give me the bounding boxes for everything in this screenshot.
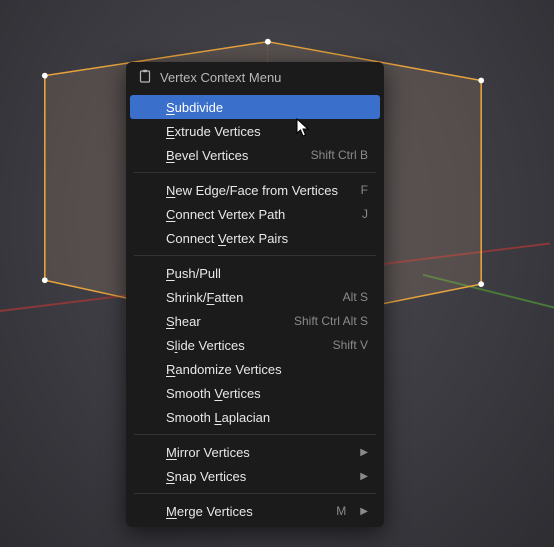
chevron-right-icon: ▶ — [360, 471, 368, 482]
menu-item-label: New Edge/Face from Vertices — [166, 183, 338, 198]
menu-shortcut: Shift Ctrl B — [311, 148, 368, 162]
menu-item-label: Snap Vertices — [166, 469, 246, 484]
menu-item-extrude-vertices[interactable]: Extrude Vertices — [126, 119, 384, 143]
menu-item-new-edge-face[interactable]: New Edge/Face from Vertices F — [126, 178, 384, 202]
menu-item-label: Smooth Vertices — [166, 386, 261, 401]
menu-item-label: Mirror Vertices — [166, 445, 250, 460]
menu-item-snap-vertices[interactable]: Snap Vertices ▶ — [126, 464, 384, 488]
menu-item-mirror-vertices[interactable]: Mirror Vertices ▶ — [126, 440, 384, 464]
menu-item-smooth-vertices[interactable]: Smooth Vertices — [126, 381, 384, 405]
menu-item-randomize-vertices[interactable]: Randomize Vertices — [126, 357, 384, 381]
menu-item-connect-vertex-path[interactable]: Connect Vertex Path J — [126, 202, 384, 226]
menu-shortcut: M — [336, 504, 346, 518]
axis-y-line — [423, 274, 554, 324]
menu-item-push-pull[interactable]: Push/Pull — [126, 261, 384, 285]
menu-item-label: Slide Vertices — [166, 338, 245, 353]
menu-item-label: Connect Vertex Path — [166, 207, 285, 222]
clipboard-icon — [138, 69, 152, 86]
chevron-right-icon: ▶ — [360, 506, 368, 517]
menu-title: Vertex Context Menu — [160, 70, 281, 85]
menu-item-label: Subdivide — [166, 100, 223, 115]
menu-item-label: Connect Vertex Pairs — [166, 231, 288, 246]
menu-separator — [134, 172, 376, 173]
menu-item-slide-vertices[interactable]: Slide Vertices Shift V — [126, 333, 384, 357]
menu-separator — [134, 493, 376, 494]
menu-item-shear[interactable]: Shear Shift Ctrl Alt S — [126, 309, 384, 333]
menu-shortcut: Alt S — [343, 290, 368, 304]
vertex-context-menu[interactable]: Vertex Context Menu Subdivide Extrude Ver… — [126, 62, 384, 527]
menu-item-smooth-laplacian[interactable]: Smooth Laplacian — [126, 405, 384, 429]
menu-item-label: Shrink/Fatten — [166, 290, 243, 305]
menu-item-label: Bevel Vertices — [166, 148, 248, 163]
menu-item-shrink-fatten[interactable]: Shrink/Fatten Alt S — [126, 285, 384, 309]
menu-separator — [134, 255, 376, 256]
menu-shortcut: J — [362, 207, 368, 221]
menu-item-merge-vertices[interactable]: Merge Vertices M ▶ — [126, 499, 384, 523]
menu-item-label: Extrude Vertices — [166, 124, 261, 139]
menu-item-subdivide[interactable]: Subdivide — [130, 95, 380, 119]
menu-item-label: Push/Pull — [166, 266, 221, 281]
menu-item-bevel-vertices[interactable]: Bevel Vertices Shift Ctrl B — [126, 143, 384, 167]
menu-shortcut: Shift Ctrl Alt S — [294, 314, 368, 328]
menu-shortcut: Shift V — [333, 338, 368, 352]
menu-separator — [134, 434, 376, 435]
menu-item-label: Shear — [166, 314, 201, 329]
chevron-right-icon: ▶ — [360, 447, 368, 458]
menu-item-label: Smooth Laplacian — [166, 410, 270, 425]
menu-item-label: Randomize Vertices — [166, 362, 282, 377]
menu-item-label: Merge Vertices — [166, 504, 253, 519]
menu-item-connect-vertex-pairs[interactable]: Connect Vertex Pairs — [126, 226, 384, 250]
menu-shortcut: F — [361, 183, 368, 197]
menu-title-row: Vertex Context Menu — [126, 62, 384, 95]
